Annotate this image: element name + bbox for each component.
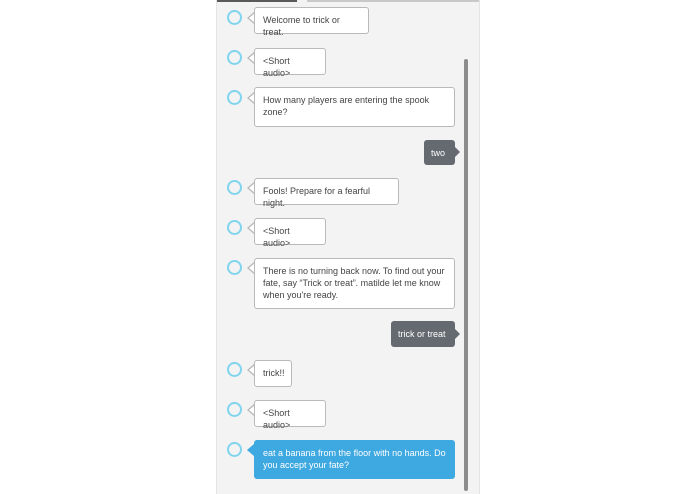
message-text: Fools! Prepare for a fearful night. [263, 186, 371, 208]
message-text: <Short audio> [263, 408, 291, 430]
bubble-tail [247, 444, 254, 456]
scrollbar-thumb[interactable] [464, 59, 468, 491]
user-message: two [424, 140, 455, 165]
alexa-ring-icon [227, 90, 242, 105]
bubble-tail [455, 329, 460, 339]
alexa-message: How many players are entering the spook … [254, 87, 455, 127]
message-text: <Short audio> [263, 56, 291, 78]
alexa-ring-icon [227, 442, 242, 457]
message-text: How many players are entering the spook … [263, 95, 430, 117]
user-message: trick or treat [391, 321, 455, 347]
simulator-page: Welcome to trick or treat. <Short audio>… [0, 0, 695, 494]
bubble-tail [455, 147, 460, 157]
message-text: eat a banana from the floor with no hand… [263, 448, 446, 470]
alexa-ring-icon [227, 362, 242, 377]
alexa-message-highlighted: eat a banana from the floor with no hand… [254, 440, 455, 479]
conversation-log: Welcome to trick or treat. <Short audio>… [217, 0, 463, 494]
message-text: trick!! [263, 368, 285, 378]
alexa-message: There is no turning back now. To find ou… [254, 258, 455, 309]
message-text: two [431, 148, 446, 158]
alexa-message: trick!! [254, 360, 292, 387]
message-text: There is no turning back now. To find ou… [263, 266, 445, 300]
alexa-message: <Short audio> [254, 400, 326, 430]
alexa-ring-icon [227, 260, 242, 275]
alexa-message: Fools! Prepare for a fearful night. [254, 178, 399, 208]
message-text: <Short audio> [263, 226, 291, 248]
alexa-ring-icon [227, 10, 242, 25]
alexa-ring-icon [227, 402, 242, 417]
message-text: Welcome to trick or treat. [263, 15, 340, 37]
alexa-message: <Short audio> [254, 48, 326, 78]
alexa-ring-icon [227, 220, 242, 235]
message-text: trick or treat [398, 329, 446, 339]
alexa-ring-icon [227, 180, 242, 195]
chat-panel: Welcome to trick or treat. <Short audio>… [216, 0, 480, 494]
alexa-ring-icon [227, 50, 242, 65]
alexa-message: Welcome to trick or treat. [254, 7, 369, 37]
alexa-message: <Short audio> [254, 218, 326, 248]
